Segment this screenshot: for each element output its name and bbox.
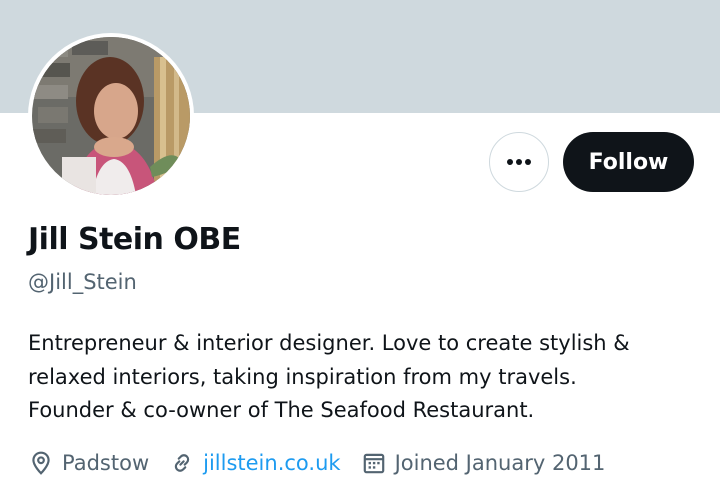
bio-line: Founder & co-owner of The Seafood Restau… <box>28 398 535 422</box>
location-text: Padstow <box>62 451 150 475</box>
bio-line: Entrepreneur & interior designer. Love t… <box>28 331 630 355</box>
profile-name: Jill Stein OBE <box>28 222 241 257</box>
avatar-photo <box>32 37 190 195</box>
bio-line: relaxed interiors, taking inspiration fr… <box>28 364 577 389</box>
more-horizontal-icon <box>507 159 531 165</box>
link-icon <box>174 454 190 472</box>
follow-button[interactable]: Follow <box>563 132 694 192</box>
website-link[interactable]: jillstein.co.uk <box>203 451 340 475</box>
more-options-button[interactable] <box>489 132 549 192</box>
profile-location: Padstow <box>28 450 149 476</box>
profile-meta: Padstow jillstein.co.uk Joined January 2… <box>28 447 625 479</box>
profile-website[interactable]: jillstein.co.uk <box>169 450 341 476</box>
profile-handle: @Jill_Stein <box>28 270 137 294</box>
joined-text: Joined January 2011 <box>394 451 606 475</box>
location-pin-icon <box>32 451 50 475</box>
profile-joined: Joined January 2011 <box>361 450 606 476</box>
calendar-icon <box>363 453 384 474</box>
avatar[interactable] <box>28 33 194 199</box>
profile-bio: Entrepreneur & interior designer. Love t… <box>28 327 708 428</box>
